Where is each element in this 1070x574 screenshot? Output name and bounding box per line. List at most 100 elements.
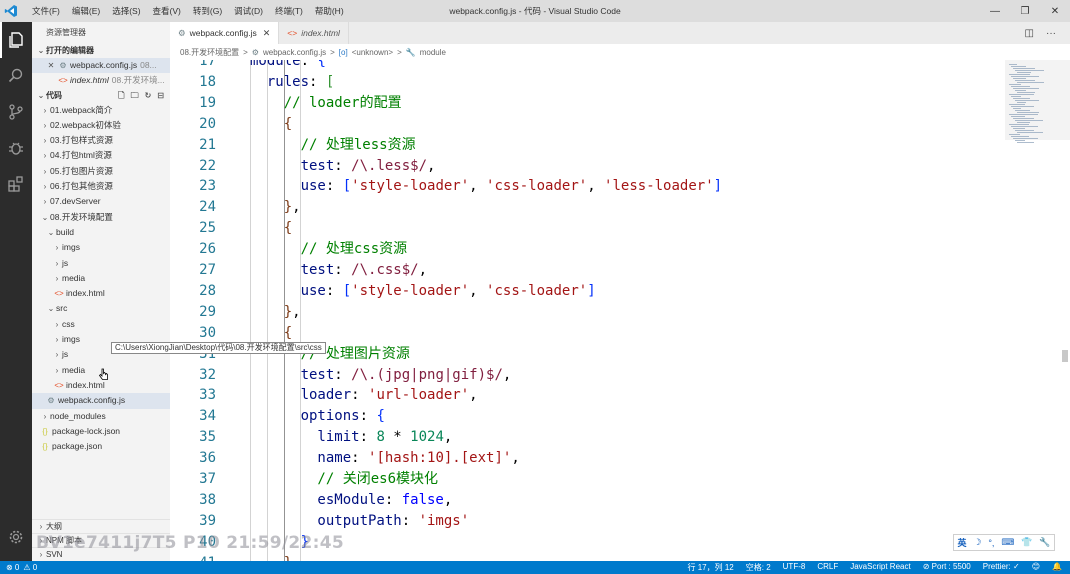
code-line[interactable]: test: /\.(jpg|png|gif)$/, [250,365,512,385]
code-line[interactable]: use: ['style-loader', 'css-loader'] [250,281,596,301]
code-line[interactable]: esModule: false, [250,490,452,510]
folder-item[interactable]: › 05.打包图片资源 [32,164,170,179]
encoding[interactable]: UTF-8 [783,562,806,573]
code-line[interactable]: name: '[hash:10].[ext]', [250,448,519,468]
folder-item[interactable]: › 04.打包html资源 [32,148,170,163]
extensions-icon[interactable] [0,166,32,202]
code-line[interactable]: loader: 'url-loader', [250,385,478,405]
code-line[interactable]: limit: 8 * 1024, [250,427,452,447]
tab-index-html[interactable]: <> index.html [279,22,349,44]
folder-item[interactable]: ⌄ build [32,225,170,240]
code-line[interactable]: options: { [250,406,385,426]
menu-item[interactable]: 选择(S) [106,0,146,22]
folder-item[interactable]: › imgs [32,240,170,255]
collapse-all-icon[interactable]: ⊟ [157,89,164,103]
maximize-button[interactable]: ❐ [1010,0,1040,22]
notifications-icon[interactable]: 🔔 [1052,562,1062,573]
file-item[interactable]: ⚙ webpack.config.js [32,393,170,409]
minimize-button[interactable]: — [980,0,1010,22]
folder-item[interactable]: › 01.webpack简介 [32,103,170,118]
code-area[interactable]: module: { rules: [ // loader的配置 { // 处理l… [250,60,1005,561]
prettier-status[interactable]: Prettier: ✓ [983,562,1020,573]
menu-item[interactable]: 转到(G) [187,0,228,22]
code-line[interactable]: }, [250,302,301,322]
folder-item[interactable]: › 06.打包其他资源 [32,179,170,194]
cursor-position[interactable]: 行 17，列 12 [688,562,734,573]
folder-item[interactable]: › media [32,271,170,286]
menu-item[interactable]: 帮助(H) [309,0,350,22]
outline-section[interactable]: › 大纲 [32,519,170,533]
code-line[interactable]: { [250,218,292,238]
menu-item[interactable]: 编辑(E) [66,0,106,22]
keyboard-icon[interactable]: ⌨ [1001,537,1014,548]
menu-item[interactable]: 终端(T) [269,0,309,22]
new-folder-icon[interactable]: 🗀 [131,89,139,103]
ime-mode-button[interactable]: 英 [957,536,966,549]
folder-item[interactable]: › 03.打包样式资源 [32,133,170,148]
code-editor[interactable]: 1718192021222324252627282930313233343536… [170,60,1005,561]
menu-item[interactable]: 查看(V) [147,0,187,22]
menu-item[interactable]: 文件(F) [26,0,66,22]
warning-count[interactable]: ⚠ 0 [23,563,37,572]
code-line[interactable]: // 关闭es6模块化 [250,469,438,489]
code-line[interactable]: use: ['style-loader', 'css-loader', 'les… [250,176,723,196]
punctuation-icon[interactable]: °, [988,538,994,548]
explorer-icon[interactable] [0,22,32,58]
file-item[interactable]: <> index.html [32,286,170,301]
close-icon[interactable]: ✕ [46,58,56,73]
live-server-port[interactable]: ⊘ Port : 5500 [923,562,971,573]
code-line[interactable]: { [250,323,292,343]
code-line[interactable]: // 处理css资源 [250,239,408,259]
code-line[interactable]: // loader的配置 [250,93,402,113]
open-editor-item[interactable]: ✕ ⚙ webpack.config.js 08... [32,58,170,74]
folder-item[interactable]: › 07.devServer [32,194,170,209]
open-editor-item[interactable]: <> index.html 08.开发环境... [32,73,170,88]
code-line[interactable]: test: /\.less$/, [250,156,436,176]
vertical-scrollbar[interactable] [1060,60,1070,561]
breadcrumb-property[interactable]: module [420,48,446,57]
settings-gear-icon[interactable] [0,519,32,555]
moon-icon[interactable]: ☽ [973,537,981,548]
code-line[interactable]: rules: [ [250,72,334,92]
code-line[interactable]: { [250,114,292,134]
folder-item[interactable]: › 02.webpack初体验 [32,118,170,133]
code-line[interactable]: } [250,553,292,561]
menu-item[interactable]: 调试(D) [228,0,269,22]
split-editor-icon[interactable]: ◫ [1025,28,1034,39]
code-line[interactable]: module: { [250,60,326,71]
line-ending[interactable]: CRLF [817,562,838,573]
code-line[interactable]: outputPath: 'imgs' [250,511,469,531]
refresh-icon[interactable]: ↻ [145,89,152,103]
object-icon: [o] [338,47,348,57]
new-file-icon[interactable]: 🗋 [118,89,124,103]
close-window-button[interactable]: ✕ [1040,0,1070,22]
folder-item[interactable]: ⌄ 08.开发环境配置 [32,210,170,225]
file-item[interactable]: {} package-lock.json [32,424,170,439]
folder-item[interactable]: › node_modules [32,409,170,424]
folder-section[interactable]: ⌄ 代码 🗋 🗀 ↻ ⊟ [32,89,170,103]
debug-icon[interactable] [0,130,32,166]
language-mode[interactable]: JavaScript React [850,562,910,573]
tab-webpack-config[interactable]: ⚙ webpack.config.js ✕ [170,22,280,44]
source-control-icon[interactable] [0,94,32,130]
folder-item[interactable]: › css [32,317,170,332]
error-count[interactable]: ⊗ 0 [6,563,19,572]
code-line[interactable]: // 处理less资源 [250,135,416,155]
open-editors-section[interactable]: ⌄ 打开的编辑器 [32,44,170,58]
folder-item[interactable]: › js [32,256,170,271]
folder-item[interactable]: ⌄ src [32,301,170,316]
breadcrumb-symbol[interactable]: <unknown> [352,48,393,57]
more-actions-icon[interactable]: ··· [1046,28,1056,39]
breadcrumb-folder[interactable]: 08.开发环境配置 [180,47,239,58]
indentation[interactable]: 空格: 2 [746,562,771,573]
skin-icon[interactable]: 👕 [1021,537,1032,548]
tools-icon[interactable]: 🔧 [1039,537,1050,548]
search-icon[interactable] [0,58,32,94]
breadcrumb-file[interactable]: webpack.config.js [263,48,326,57]
scrollbar-thumb[interactable] [1062,350,1068,362]
file-item[interactable]: {} package.json [32,439,170,454]
close-tab-icon[interactable]: ✕ [263,28,271,39]
code-line[interactable]: test: /\.css$/, [250,260,427,280]
code-line[interactable]: }, [250,197,301,217]
feedback-icon[interactable]: 😊 [1032,562,1040,573]
